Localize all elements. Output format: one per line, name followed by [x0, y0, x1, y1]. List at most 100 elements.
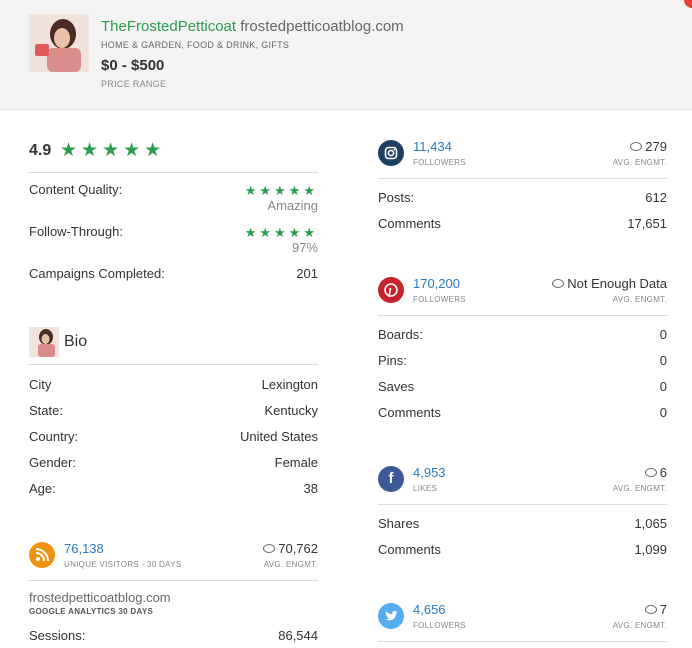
twitter-followers-label: FOLLOWERS	[413, 621, 466, 630]
blog-engagement-value: 70,762	[278, 541, 318, 556]
facebook-engagement-value: 6	[659, 465, 667, 480]
bio-avatar-photo	[29, 327, 59, 357]
blog-stats-header: 76,138 UNIQUE VISITORS - 30 DAYS 70,762 …	[29, 541, 318, 572]
facebook-key: Comments	[378, 542, 441, 557]
overall-score: 4.9	[29, 142, 52, 159]
pinterest-engagement-value: Not Enough Data	[567, 276, 667, 291]
blog-engagement-label: AVG. ENGMT.	[263, 560, 318, 569]
pinterest-engagement: Not Enough Data	[552, 276, 667, 291]
facebook-likes-label: LIKES	[413, 484, 438, 493]
pinterest-followers[interactable]: 170,200	[413, 276, 460, 291]
instagram-engagement: 279	[630, 139, 667, 154]
campaigns-label: Campaigns Completed:	[29, 266, 165, 281]
overall-rating: 4.9 ★★★★★	[29, 140, 318, 164]
content-quality-value: Amazing	[267, 198, 318, 213]
pinterest-key: Comments	[378, 405, 441, 420]
instagram-icon[interactable]	[378, 140, 404, 166]
comment-icon	[644, 605, 657, 614]
divider	[29, 172, 318, 173]
categories: HOME & GARDEN, FOOD & DRINK, GIFTS	[101, 40, 290, 50]
twitter-engagement-value: 7	[659, 602, 667, 617]
comment-icon	[630, 142, 643, 151]
bio-value: Female	[274, 455, 318, 470]
instagram-followers[interactable]: 11,434	[413, 139, 452, 154]
instagram-value: 612	[645, 190, 667, 205]
bio-avatar	[29, 327, 59, 357]
bio-key: Age:	[29, 481, 56, 496]
bio-value: United States	[239, 429, 318, 444]
comment-icon	[263, 544, 276, 553]
profile-header: TheFrostedPetticoat frostedpetticoatblog…	[0, 0, 692, 110]
instagram-header: 11,434 FOLLOWERS 279 AVG. ENGMT.	[378, 139, 667, 170]
blog-visitors[interactable]: 76,138	[64, 541, 104, 556]
facebook-engagement: 6	[644, 465, 667, 480]
bio-key: Country:	[29, 429, 79, 444]
influencer-site[interactable]: frostedpetticoatblog.com	[240, 18, 403, 35]
bio-heading: Bio	[29, 327, 318, 357]
pinterest-followers-label: FOLLOWERS	[413, 295, 466, 304]
divider	[378, 315, 667, 316]
rss-glyph	[35, 548, 49, 562]
profile-name-line: TheFrostedPetticoat frostedpetticoatblog…	[101, 18, 404, 35]
pinterest-key: Pins:	[378, 353, 407, 368]
bio-key: Gender:	[29, 455, 76, 470]
facebook-key: Shares	[378, 516, 420, 531]
twitter-followers[interactable]: 4,656	[413, 602, 446, 617]
follow-through-value: 97%	[291, 240, 318, 255]
pinterest-value: 0	[659, 327, 667, 342]
sessions-label: Sessions:	[29, 628, 86, 643]
divider	[378, 504, 667, 505]
pinterest-key: Saves	[378, 379, 415, 394]
blog-site[interactable]: frostedpetticoatblog.com	[29, 590, 171, 605]
twitter-glyph	[385, 610, 398, 621]
bio-value: Lexington	[261, 377, 318, 392]
facebook-header: f 4,953 LIKES 6 AVG. ENGMT.	[378, 465, 667, 496]
instagram-key: Posts:	[378, 190, 415, 205]
pinterest-value: 0	[659, 405, 667, 420]
sessions-value: 86,544	[278, 628, 318, 643]
facebook-value: 1,065	[634, 516, 667, 531]
blog-engagement: 70,762	[263, 541, 318, 556]
facebook-likes[interactable]: 4,953	[413, 465, 446, 480]
bio-value: Kentucky	[264, 403, 318, 418]
divider	[29, 580, 318, 581]
content-quality-stars: ★★★★★	[244, 183, 318, 198]
instagram-glyph	[384, 146, 398, 160]
pinterest-icon[interactable]	[378, 277, 404, 303]
pinterest-value: 0	[659, 353, 667, 368]
overall-stars: ★★★★★	[60, 140, 166, 161]
follow-through-stars: ★★★★★	[244, 225, 318, 240]
bio-value: 38	[303, 481, 318, 496]
instagram-engagement-label: AVG. ENGMT.	[612, 158, 667, 167]
divider	[378, 641, 667, 642]
twitter-icon[interactable]	[378, 603, 404, 629]
avatar-photo	[29, 14, 89, 72]
facebook-engagement-label: AVG. ENGMT.	[612, 484, 667, 493]
avatar[interactable]	[29, 14, 89, 72]
twitter-engagement: 7	[644, 602, 667, 617]
instagram-value: 17,651	[627, 216, 667, 231]
rss-icon[interactable]	[29, 542, 55, 568]
bio-key: City	[29, 377, 52, 392]
pinterest-glyph	[384, 283, 398, 298]
comment-icon	[552, 279, 565, 288]
blog-visitors-label: UNIQUE VISITORS - 30 DAYS	[64, 560, 182, 569]
twitter-header: 4,656 FOLLOWERS 7 AVG. ENGMT.	[378, 602, 667, 633]
pinterest-value: 0	[659, 379, 667, 394]
notification-dot[interactable]	[684, 0, 692, 8]
content-quality-label: Content Quality:	[29, 182, 123, 197]
follow-through-label: Follow-Through:	[29, 224, 123, 239]
facebook-icon[interactable]: f	[378, 466, 404, 492]
facebook-value: 1,099	[634, 542, 667, 557]
comment-icon	[644, 468, 657, 477]
pinterest-engagement-label: AVG. ENGMT.	[612, 295, 667, 304]
bio-key: State:	[29, 403, 63, 418]
pinterest-header: 170,200 FOLLOWERS Not Enough Data AVG. E…	[378, 276, 667, 307]
blog-source: GOOGLE ANALYTICS 30 DAYS	[29, 607, 154, 616]
price-range-label: PRICE RANGE	[101, 79, 167, 89]
campaigns-value: 201	[296, 266, 318, 281]
instagram-followers-label: FOLLOWERS	[413, 158, 466, 167]
influencer-handle[interactable]: TheFrostedPetticoat	[101, 18, 236, 35]
pinterest-key: Boards:	[378, 327, 423, 342]
divider	[29, 364, 318, 365]
